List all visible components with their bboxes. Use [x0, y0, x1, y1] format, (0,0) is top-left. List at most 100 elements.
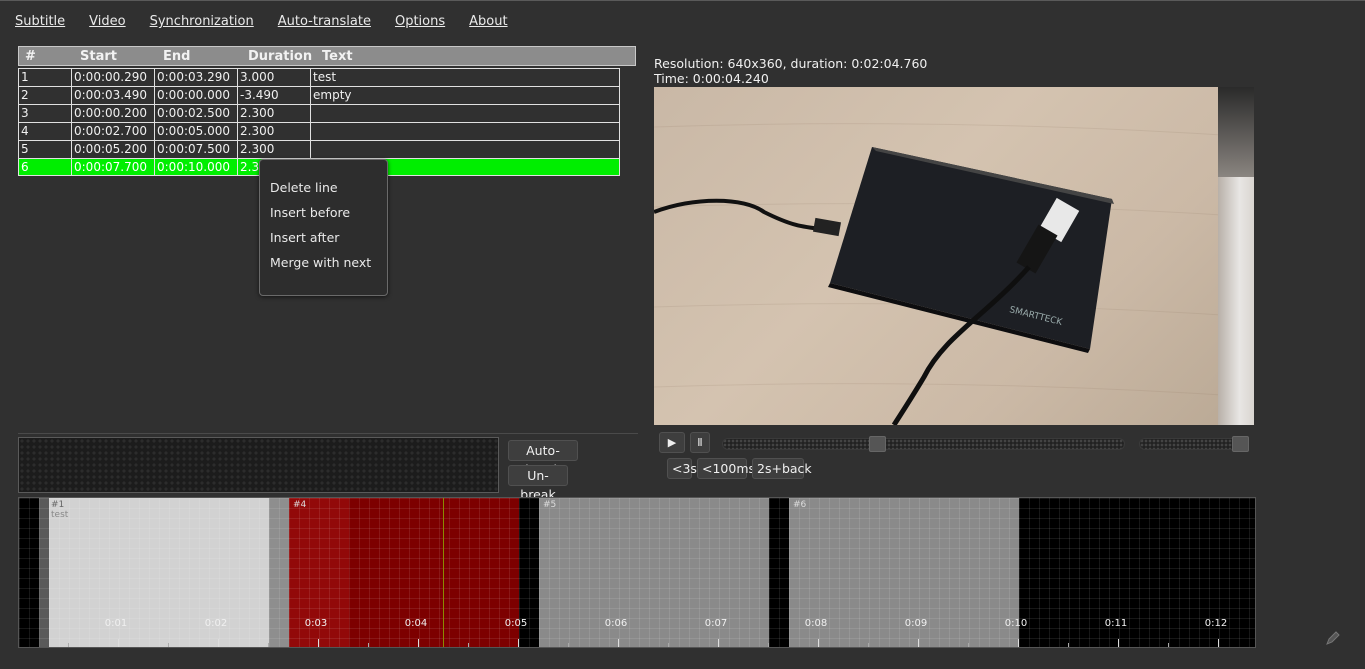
current-time-text: Time: 0:00:04.240 [654, 71, 769, 86]
segment-text-1: test [51, 510, 69, 520]
timeline-minor-tick [568, 643, 569, 647]
menu-bar: Subtitle Video Synchronization Auto-tran… [15, 14, 532, 29]
cell-start: 0:00:00.290 [71, 68, 154, 86]
timeline-tick [418, 639, 419, 647]
timeline-minor-tick [768, 643, 769, 647]
cell-end: 0:00:10.000 [154, 158, 237, 176]
timeline[interactable]: #1 test #4 #5 #6 0:01 0:02 0:03 0:04 0:05 0:0… [18, 497, 1256, 648]
cell-end: 0:00:02.500 [154, 104, 237, 122]
col-header-duration[interactable]: Duration [248, 49, 312, 64]
table-row[interactable]: 1 0:00:00.290 0:00:03.290 3.000 test [18, 68, 620, 86]
playhead-cursor[interactable] [443, 498, 444, 647]
timeline-tick-label: 0:10 [1004, 618, 1028, 629]
table-header: # Start End Duration Text [18, 46, 636, 66]
cell-number: 2 [18, 86, 71, 104]
timeline-tick-label: 0:01 [104, 618, 128, 629]
seek-handle[interactable] [868, 436, 886, 452]
auto-break-button[interactable]: Auto-break [508, 440, 578, 477]
col-header-text[interactable]: Text [322, 49, 353, 64]
cell-text [310, 104, 620, 122]
pause-icon: Ⅱ [697, 436, 703, 449]
cell-end: 0:00:00.000 [154, 86, 237, 104]
menu-options[interactable]: Options [395, 14, 445, 29]
play-button[interactable]: ▶ [659, 432, 685, 453]
cell-start: 0:00:03.490 [71, 86, 154, 104]
timeline-gap [39, 498, 49, 647]
back-3s-button[interactable]: <3s [667, 458, 697, 479]
menu-auto-translate[interactable]: Auto-translate [278, 14, 371, 29]
cell-start: 0:00:00.200 [71, 104, 154, 122]
timeline-tick [118, 639, 119, 647]
timeline-tick-label: 0:11 [1104, 618, 1128, 629]
cell-duration: 2.300 [237, 122, 310, 140]
menu-subtitle[interactable]: Subtitle [15, 14, 65, 29]
timeline-tick [518, 639, 519, 647]
play-icon: ▶ [667, 436, 677, 449]
video-player[interactable]: SMARTTECK [654, 87, 1254, 425]
timeline-minor-tick [268, 643, 269, 647]
un-break-button[interactable]: Un-break [508, 465, 568, 502]
video-right-shadow [1218, 87, 1254, 177]
pause-button[interactable]: Ⅱ [690, 432, 710, 453]
cell-end: 0:00:03.290 [154, 68, 237, 86]
timeline-tick [1218, 639, 1219, 647]
col-header-end[interactable]: End [163, 49, 190, 64]
menu-item-merge-with-next[interactable]: Merge with next [260, 255, 387, 280]
timeline-tick [818, 639, 819, 647]
timeline-minor-tick [368, 643, 369, 647]
back-100ms-button[interactable]: <100ms [697, 458, 755, 479]
menu-item-insert-before[interactable]: Insert before [260, 205, 387, 230]
timeline-tick [1118, 639, 1119, 647]
table-row[interactable]: 2 0:00:03.490 0:00:00.000 -3.490 empty [18, 86, 620, 104]
table-row[interactable]: 5 0:00:05.200 0:00:07.500 2.300 [18, 140, 620, 158]
subtitle-text-editor[interactable] [18, 437, 499, 493]
context-menu: Delete line Insert before Insert after M… [259, 159, 388, 296]
timeline-tick [1018, 639, 1019, 647]
seek-bar[interactable] [722, 438, 1125, 450]
cell-start: 0:00:05.200 [71, 140, 154, 158]
timeline-tick [218, 639, 219, 647]
cell-duration: 2.300 [237, 104, 310, 122]
cell-text [310, 122, 620, 140]
segment-label-6: #6 [793, 500, 807, 510]
timeline-tick-label: 0:04 [404, 618, 428, 629]
segment-label-1: #1 [51, 500, 65, 510]
timeline-minor-tick [968, 643, 969, 647]
two-seconds-back-button[interactable]: 2s+back [752, 458, 812, 479]
timeline-tick-label: 0:08 [804, 618, 828, 629]
cell-end: 0:00:07.500 [154, 140, 237, 158]
video-info: Resolution: 640x360, duration: 0:02:04.7… [654, 56, 927, 86]
volume-handle[interactable] [1232, 436, 1249, 452]
cell-number: 5 [18, 140, 71, 158]
cell-duration: -3.490 [237, 86, 310, 104]
cell-end: 0:00:05.000 [154, 122, 237, 140]
pen-icon[interactable] [1325, 630, 1341, 646]
timeline-segment-1[interactable]: #1 test [49, 498, 269, 647]
timeline-tick [718, 639, 719, 647]
menu-about[interactable]: About [469, 14, 507, 29]
menu-synchronization[interactable]: Synchronization [150, 14, 254, 29]
col-header-number[interactable]: # [25, 49, 36, 64]
table-row[interactable]: 4 0:00:02.700 0:00:05.000 2.300 [18, 122, 620, 140]
menu-item-delete-line[interactable]: Delete line [260, 180, 387, 205]
timeline-tick [618, 639, 619, 647]
timeline-minor-tick [1068, 643, 1069, 647]
timeline-tick-label: 0:03 [304, 618, 328, 629]
segment-label-4: #4 [293, 500, 307, 510]
video-frame: SMARTTECK [654, 123, 1254, 425]
timeline-minor-tick [1168, 643, 1169, 647]
menu-video[interactable]: Video [89, 14, 125, 29]
timeline-tick [318, 639, 319, 647]
cell-number: 4 [18, 122, 71, 140]
menu-item-insert-after[interactable]: Insert after [260, 230, 387, 255]
cell-start: 0:00:07.700 [71, 158, 154, 176]
timeline-tick-label: 0:07 [704, 618, 728, 629]
resolution-text: Resolution: 640x360, duration: 0:02:04.7… [654, 56, 928, 71]
timeline-tick-label: 0:05 [504, 618, 528, 629]
timeline-tick-label: 0:02 [204, 618, 228, 629]
col-header-start[interactable]: Start [80, 49, 117, 64]
table-row[interactable]: 3 0:00:00.200 0:00:02.500 2.300 [18, 104, 620, 122]
timeline-minor-tick [168, 643, 169, 647]
timeline-segment-5[interactable]: #5 [539, 498, 769, 647]
timeline-tick [918, 639, 919, 647]
